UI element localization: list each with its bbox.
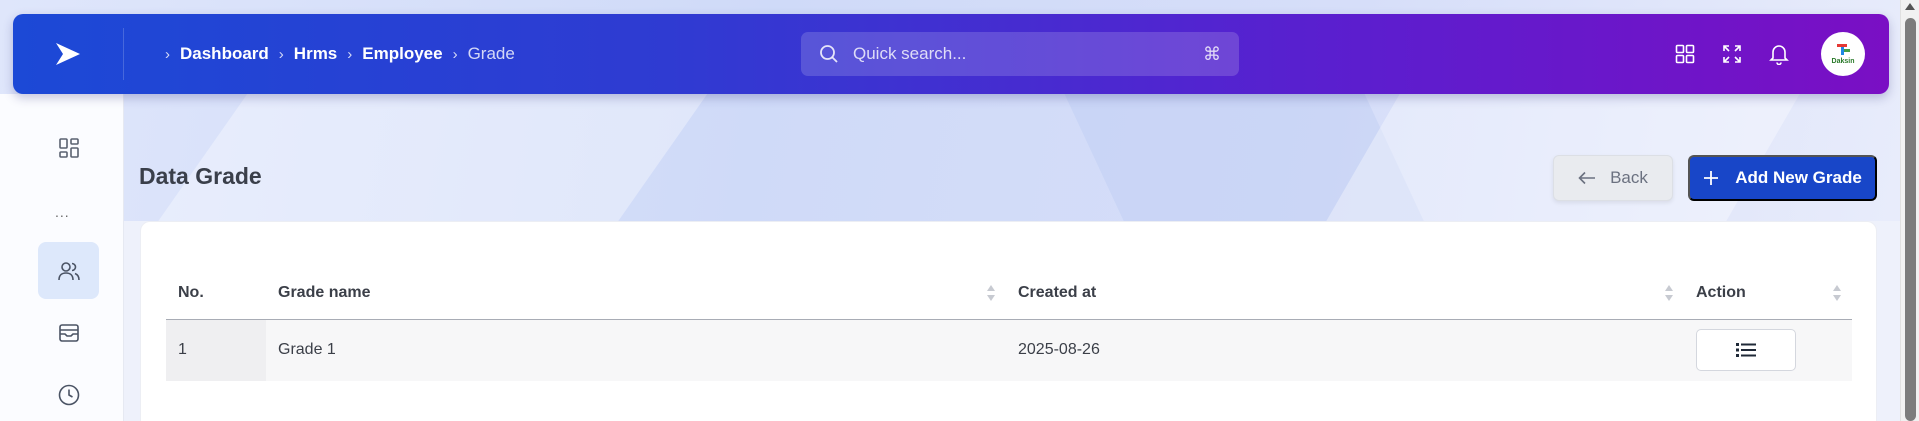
sidebar-item-employees[interactable] [38,242,99,299]
column-header-action[interactable]: Action [1684,267,1852,320]
fullscreen-icon[interactable] [1720,42,1744,66]
table-row: 1 Grade 1 2025-08-26 [166,319,1852,381]
sidebar: ... [0,94,124,421]
cell-created-at: 2025-08-26 [1006,319,1684,381]
column-header-label: Grade name [278,283,371,301]
page-title: Data Grade [139,163,262,189]
chevron-right-icon: › [347,45,353,63]
users-icon [57,261,80,280]
cell-no: 1 [166,319,266,381]
chevron-right-icon: › [165,45,170,63]
column-header-created-at[interactable]: Created at [1006,267,1684,320]
command-key-icon: ⌘ [1203,43,1221,64]
breadcrumb-employee[interactable]: Employee [362,44,442,64]
breadcrumb-hrms[interactable]: Hrms [294,44,337,64]
avatar-label: Daksin [1831,58,1855,65]
column-header-label: Action [1696,283,1746,301]
bell-icon[interactable] [1767,42,1791,66]
grade-table-card: No. Grade name Created at Action 1 Grade… [140,221,1877,421]
divider [123,28,124,80]
sidebar-item-dashboard[interactable] [38,119,99,176]
breadcrumb-current: Grade [467,44,515,63]
breadcrumb: › Dashboard › Hrms › Employee › Grade [165,14,515,94]
sort-icon[interactable] [987,285,996,303]
chevron-right-icon: › [278,45,284,63]
chevron-right-icon: › [452,45,458,63]
quick-search[interactable]: ⌘ [801,32,1239,76]
cell-grade-name: Grade 1 [266,319,1006,381]
logo-button[interactable] [13,14,123,94]
top-navbar: › Dashboard › Hrms › Employee › Grade ⌘ [13,14,1889,94]
page-scrollbar[interactable] [1900,0,1919,421]
breadcrumb-dashboard[interactable]: Dashboard [180,44,269,64]
add-new-grade-button[interactable]: Add New Grade [1688,155,1877,201]
send-logo-icon [56,43,80,65]
avatar[interactable]: Daksin [1821,32,1865,76]
table-header-row: No. Grade name Created at Action [166,267,1852,320]
archive-box-icon [58,323,79,342]
sidebar-item-inbox[interactable] [38,304,99,361]
sidebar-item-attendance[interactable] [38,366,99,421]
sidebar-more: ... [55,204,70,220]
search-icon [820,45,838,63]
sort-icon[interactable] [1665,285,1674,303]
scroll-up-icon[interactable] [1905,3,1915,10]
back-button[interactable]: Back [1553,155,1673,201]
add-button-label: Add New Grade [1735,168,1862,187]
header-icons [1673,14,1791,94]
column-header-label: Created at [1018,283,1097,301]
arrow-left-icon [1578,171,1596,185]
plus-icon [1704,171,1719,185]
clock-icon [58,384,79,405]
back-button-label: Back [1610,168,1648,187]
grade-table: No. Grade name Created at Action 1 Grade… [166,267,1852,381]
search-input[interactable] [853,44,1203,64]
dashboard-grid-icon [58,137,79,158]
apps-grid-icon[interactable] [1673,42,1697,66]
row-action-menu-button[interactable] [1696,329,1796,372]
column-header-grade-name[interactable]: Grade name [266,267,1006,320]
company-logo-icon [1837,44,1850,55]
column-header-no[interactable]: No. [166,267,266,320]
cell-action [1684,319,1852,381]
list-icon [1736,343,1756,358]
scrollbar-thumb[interactable] [1905,18,1916,421]
sort-icon[interactable] [1833,285,1842,303]
